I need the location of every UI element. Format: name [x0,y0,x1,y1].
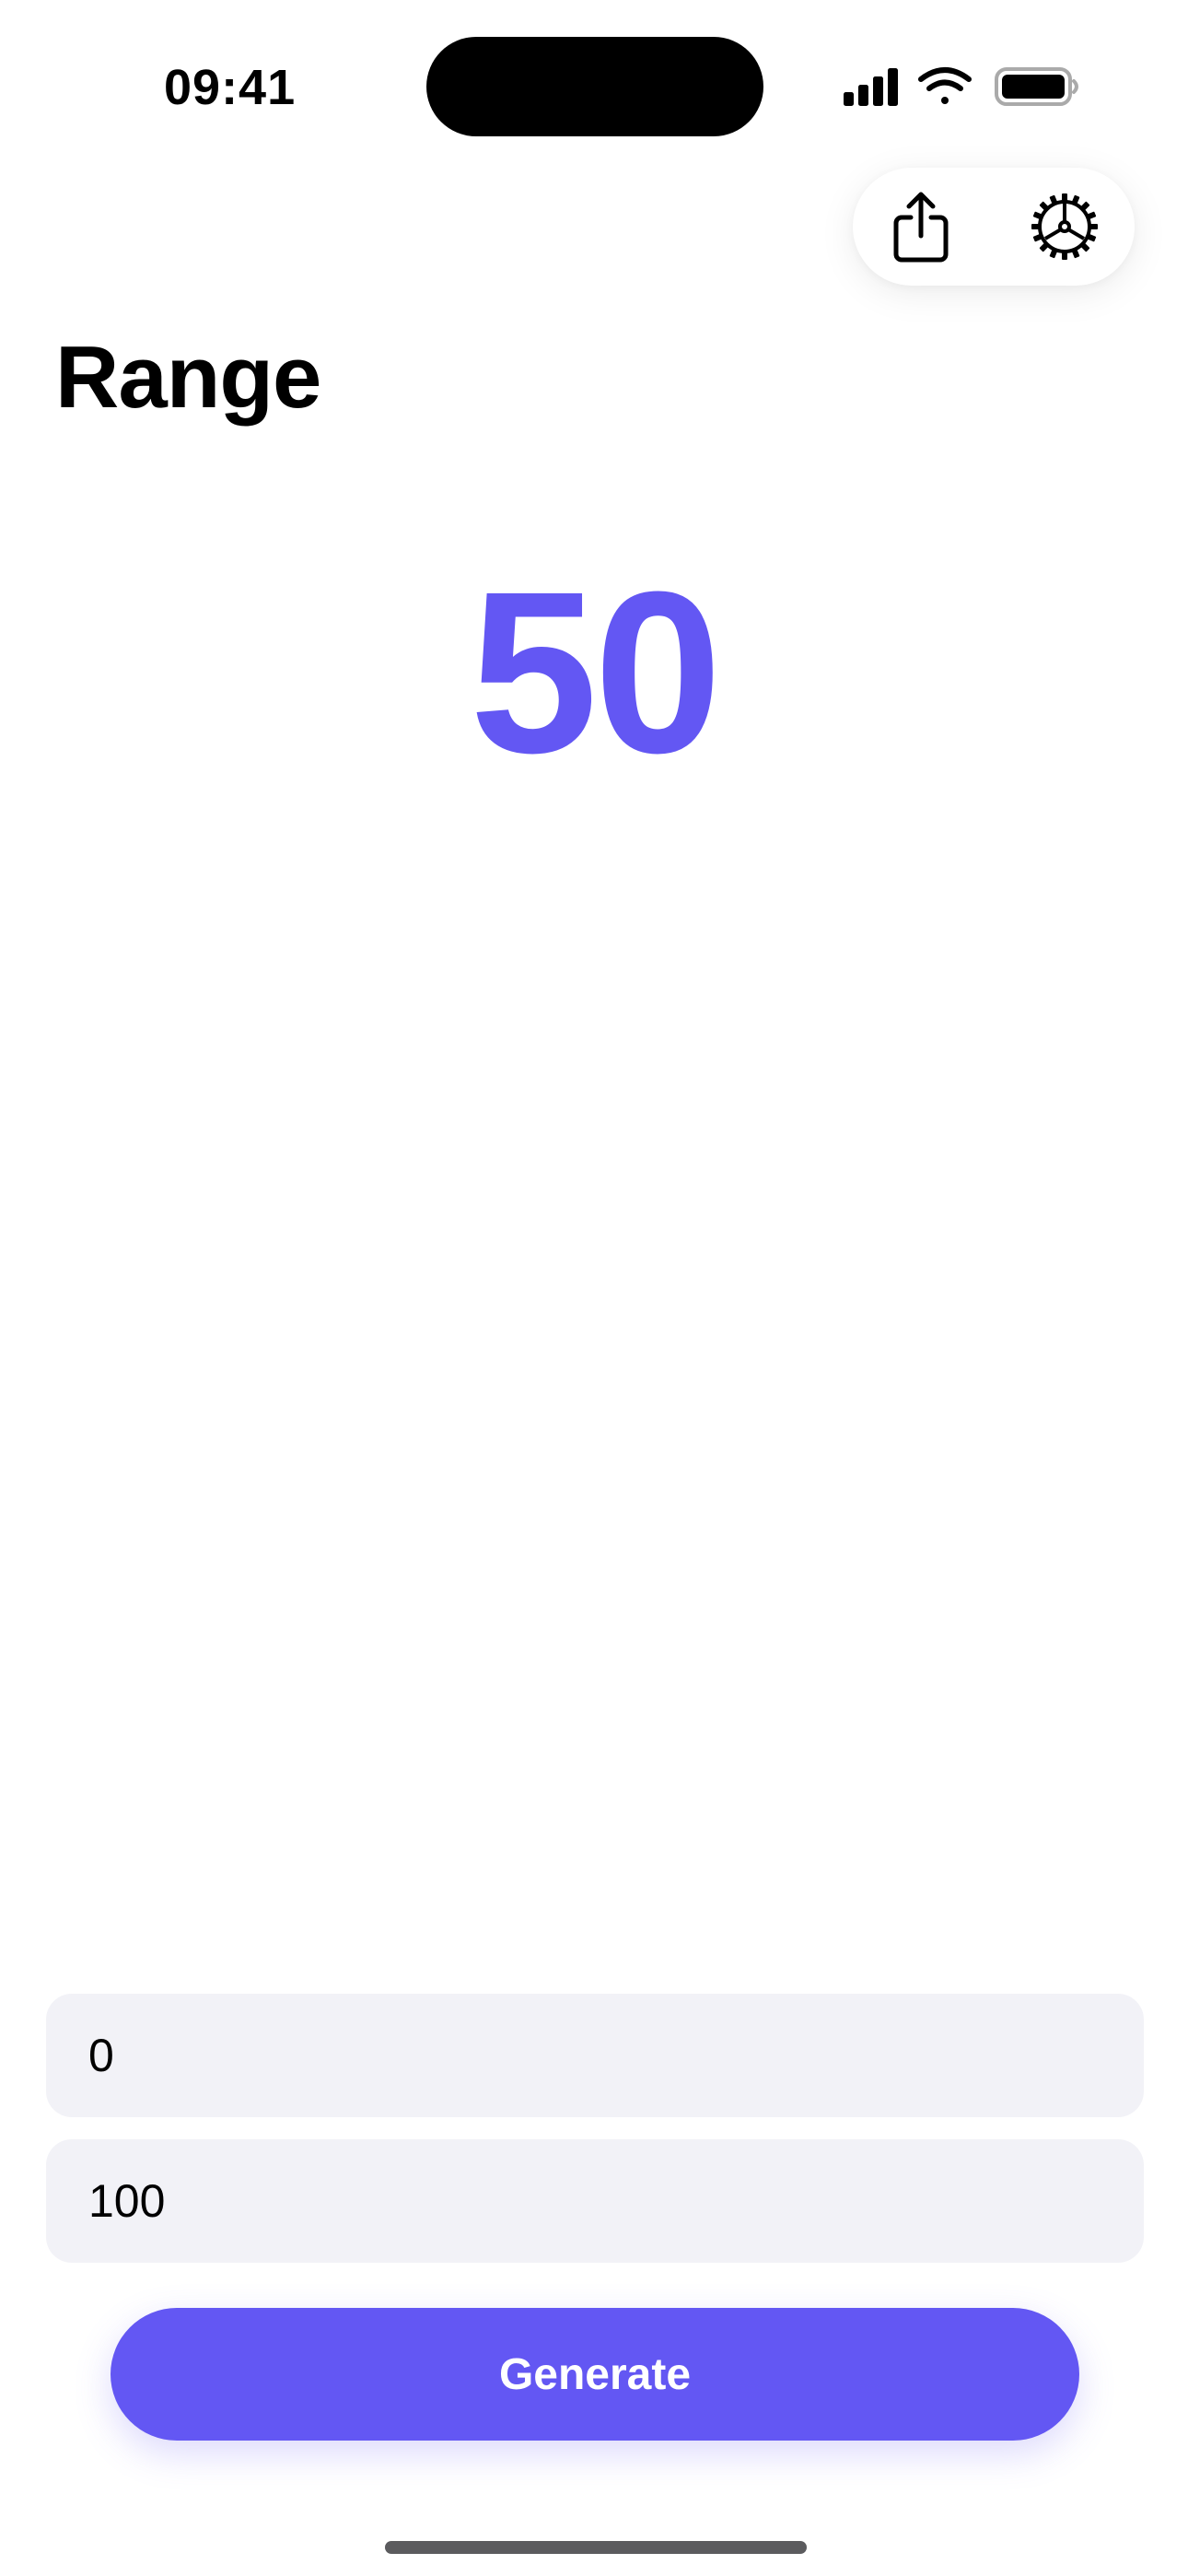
wifi-icon [918,67,972,104]
min-value-field[interactable] [46,1994,1144,2117]
gear-icon [1031,193,1098,260]
share-icon [893,192,949,263]
home-indicator [385,2541,807,2554]
toolbar [853,168,1135,286]
page-title: Range [55,328,321,427]
max-value-input[interactable] [88,2174,1101,2228]
cellular-signal-icon [844,68,898,106]
max-value-field[interactable] [46,2139,1144,2263]
result-value: 50 [469,544,722,801]
generate-button[interactable]: Generate [111,2308,1079,2441]
status-icons [844,67,1078,106]
status-time: 09:41 [164,60,297,115]
share-button[interactable] [884,190,958,263]
settings-button[interactable] [1028,190,1101,263]
dynamic-island [426,37,763,136]
battery-icon [995,67,1078,106]
min-value-input[interactable] [88,2029,1101,2082]
